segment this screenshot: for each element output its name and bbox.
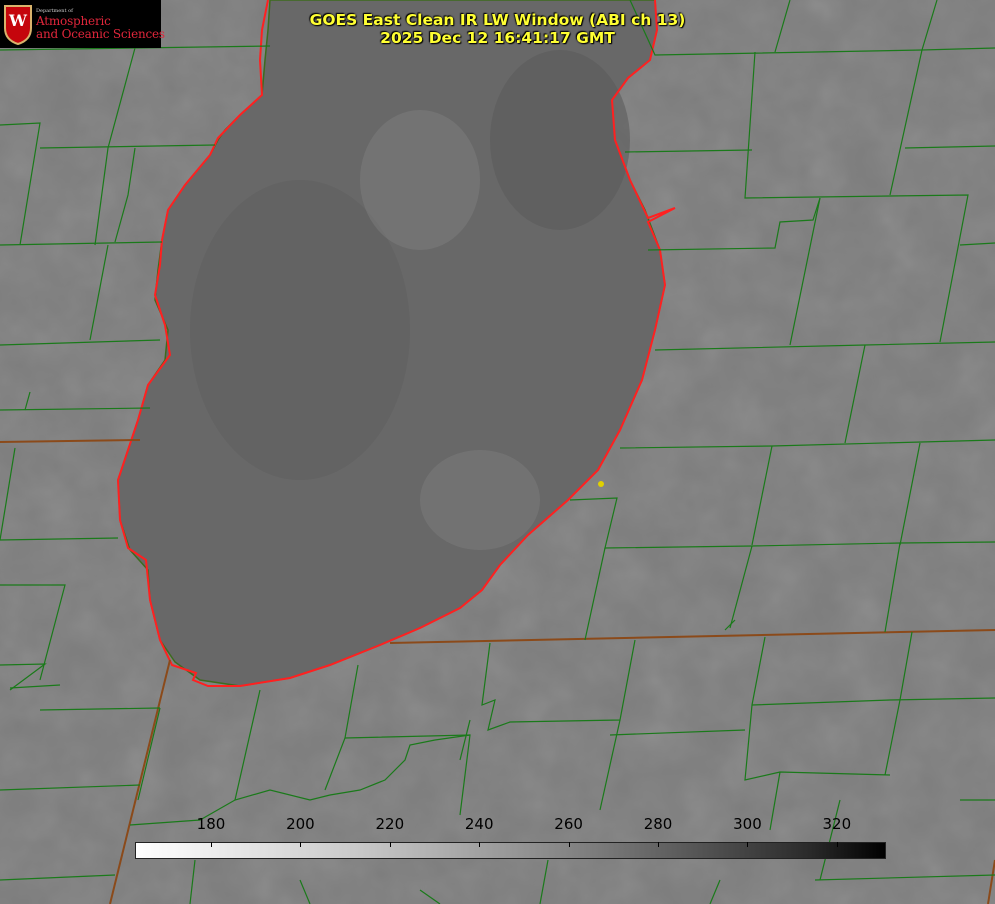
title-timestamp: 2025 Dec 12 16:41:17 GMT	[380, 29, 615, 47]
colorbar-tick-label: 180	[196, 815, 226, 833]
colorbar-tick-label: 200	[286, 815, 315, 833]
colorbar-tick-label: 220	[375, 815, 405, 833]
title-line1: GOES East Clean IR LW Window (ABI ch 13)	[309, 11, 686, 29]
colorbar-tick-mark	[658, 842, 660, 847]
lake-bright-patch	[420, 450, 540, 550]
colorbar-tick-mark	[300, 842, 302, 847]
colorbar-tick-label: 280	[643, 815, 673, 833]
colorbar-tick-mark	[389, 842, 391, 847]
colorbar-tick-mark	[747, 842, 749, 847]
colorbar-tick-label: 300	[733, 815, 762, 833]
colorbar-tick-label: 320	[822, 815, 852, 833]
colorbar-tick-label: 240	[464, 815, 494, 833]
lake-cloud-band	[490, 50, 630, 230]
city-marker	[598, 481, 604, 487]
colorbar	[135, 842, 886, 859]
colorbar-tick-mark	[568, 842, 570, 847]
lake-bright-patch	[360, 110, 480, 250]
image-title: GOES East Clean IR LW Window (ABI ch 13)…	[0, 11, 995, 47]
colorbar-tick-label: 260	[554, 815, 583, 833]
satellite-map	[0, 0, 995, 904]
colorbar-tick-mark	[479, 842, 481, 847]
colorbar-tick-mark	[210, 842, 212, 847]
colorbar-tick-mark	[836, 842, 838, 847]
